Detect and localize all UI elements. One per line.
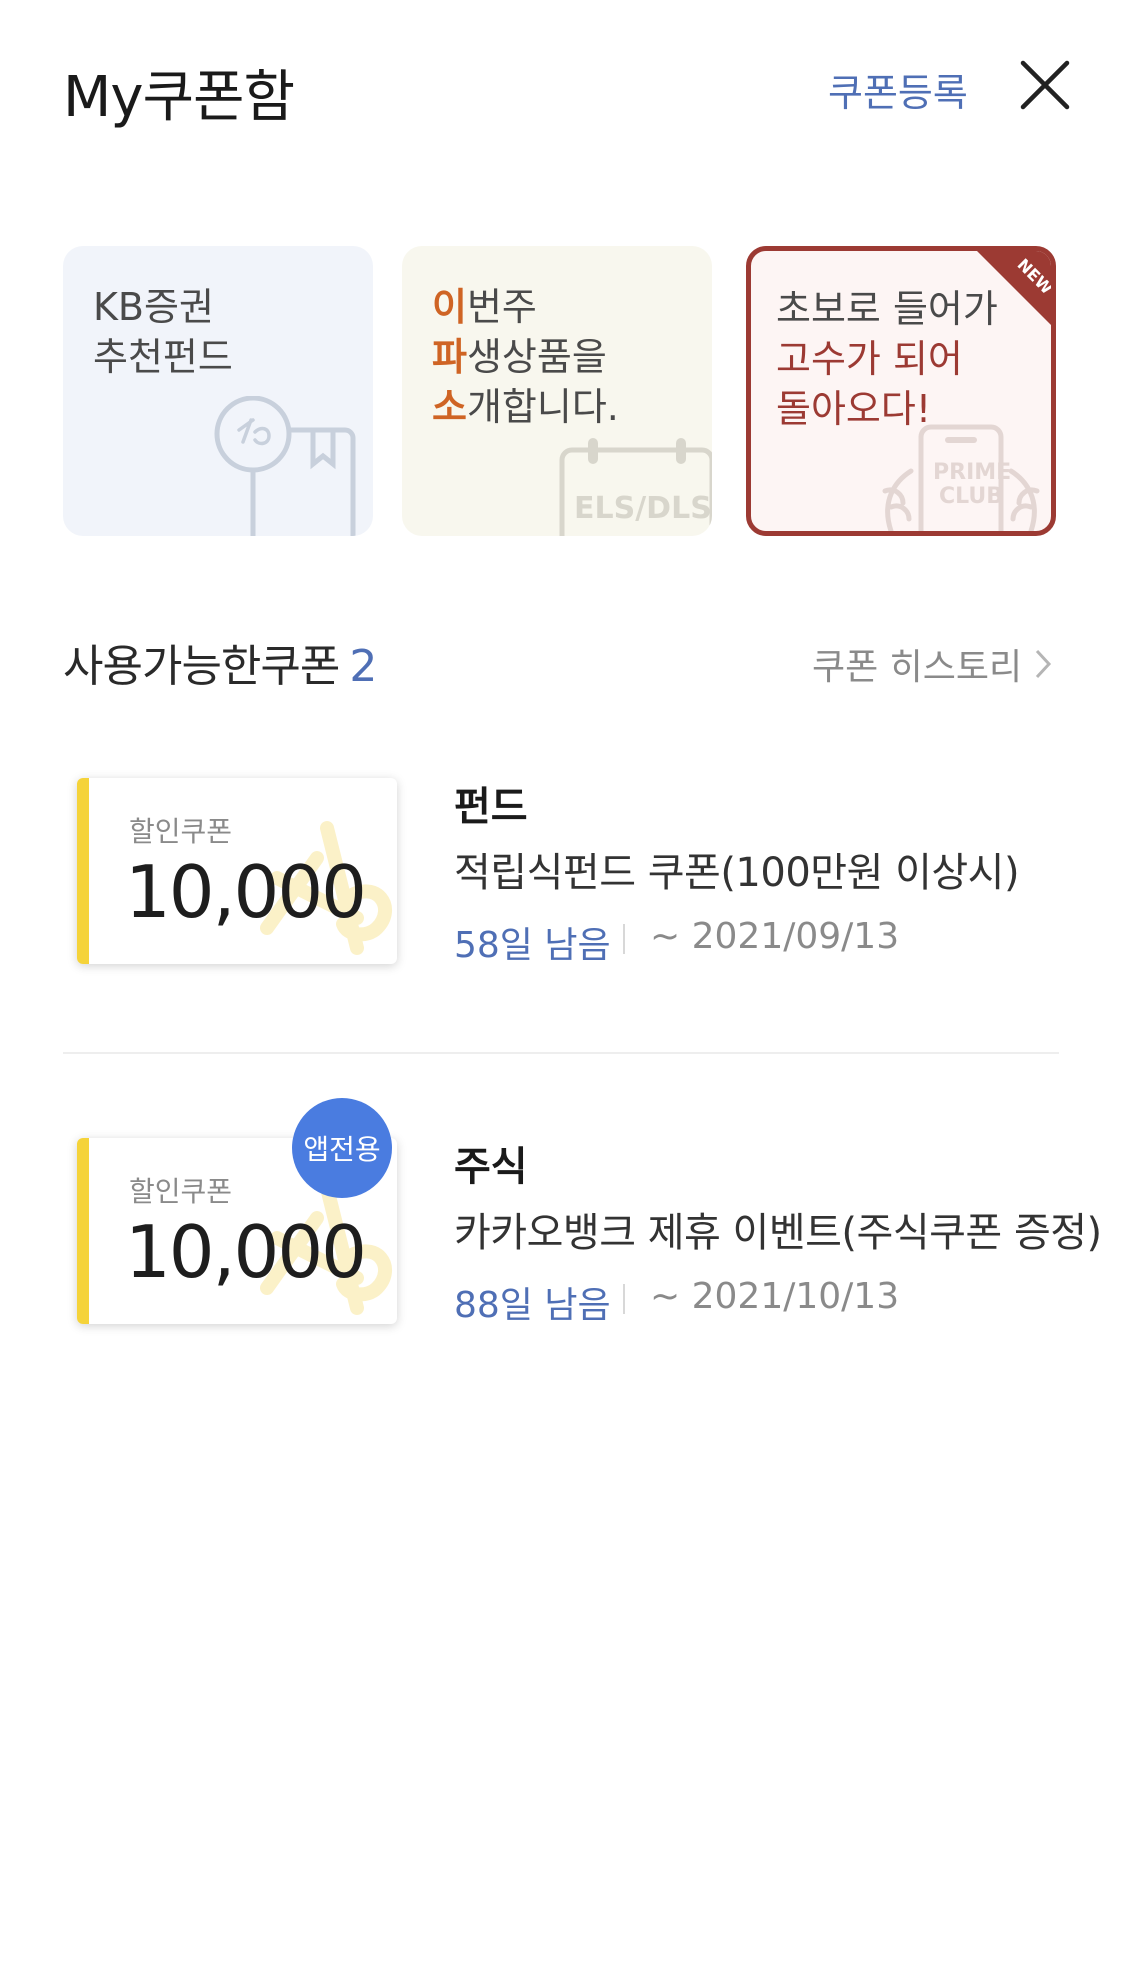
close-button[interactable] [1018, 58, 1072, 112]
banner-line: 파생상품을 [432, 332, 619, 382]
coupon-history-link[interactable]: 쿠폰 히스토리 [812, 638, 1052, 690]
ticket-accent-bar [77, 1138, 89, 1324]
banner-derivatives[interactable]: 이번주 파생상품을 소개합니다. ELS/DLS [402, 246, 712, 536]
coupon-divider [63, 1052, 1059, 1054]
banner-text: 초보로 들어가 고수가 되어 돌아오다! [776, 284, 998, 434]
prime-label: PRIME [933, 460, 1011, 485]
banner-accent: 이 [432, 285, 467, 329]
banner-prime-club[interactable]: 초보로 들어가 고수가 되어 돌아오다! NEW PRIME CLUB [746, 246, 1056, 536]
coupon-expiry: ~ 2021/09/13 [650, 916, 900, 957]
banner-line: 추천펀드 [93, 335, 233, 379]
coupon-amount: 10,000 [125, 850, 367, 934]
kb-fund-icon [214, 396, 356, 536]
banner-rest: 생상품을 [466, 335, 607, 379]
coupon-category: 펀드 [454, 784, 528, 830]
ticket-accent-bar [77, 778, 89, 964]
coupon-item[interactable]: 할인쿠폰 10,000 펀드 적립식펀드 쿠폰(100만원 이상시) 58일 남… [63, 760, 1063, 1020]
banner-rest: 번주 [466, 285, 537, 329]
coupon-expiry: ~ 2021/10/13 [650, 1276, 900, 1317]
calendar-icon: ELS/DLS [559, 438, 712, 536]
coupon-category: 주식 [454, 1144, 528, 1190]
coupon-type-label: 할인쿠폰 [129, 1175, 233, 1208]
banner-recommended-fund[interactable]: KB증권 추천펀드 [63, 246, 373, 536]
available-coupons-heading: 사용가능한쿠폰 2 [63, 630, 377, 694]
coupon-description: 카카오뱅크 제휴 이벤트(주식쿠폰 증정) [454, 1210, 1102, 1256]
coupon-days-left: 88일 남음 [454, 1285, 611, 1326]
banner-line: 초보로 들어가 [776, 287, 998, 331]
coupon-amount: 10,000 [125, 1210, 367, 1294]
coupon-separator [623, 1284, 625, 1314]
calendar-label: ELS/DLS [574, 491, 712, 526]
coupon-days-left: 58일 남음 [454, 925, 611, 966]
chevron-right-icon [1036, 649, 1052, 679]
banner-text: KB증권 추천펀드 [93, 282, 233, 382]
banner-accent: 소 [432, 385, 467, 429]
phone-icon: PRIME CLUB [882, 424, 1040, 531]
coupon-separator [623, 924, 625, 954]
banner-accent: 파 [432, 335, 467, 379]
register-coupon-link[interactable]: 쿠폰등록 [828, 62, 968, 117]
coupon-description: 적립식펀드 쿠폰(100만원 이상시) [454, 850, 1020, 896]
banner-rest: 개합니다. [466, 385, 619, 429]
coupon-type-label: 할인쿠폰 [129, 815, 233, 848]
coupon-ticket[interactable]: 할인쿠폰 10,000 [77, 778, 397, 964]
banner-line: 고수가 되어 [776, 337, 963, 381]
app-only-badge: 앱전용 [292, 1098, 392, 1198]
banner-line: 이번주 [432, 282, 619, 332]
page-title: My쿠폰함 [63, 65, 295, 130]
banner-line: 소개합니다. [432, 382, 619, 432]
coupon-count: 2 [349, 641, 377, 692]
banner-text: 이번주 파생상품을 소개합니다. [432, 282, 619, 432]
close-icon [1020, 60, 1070, 110]
club-label: CLUB [939, 484, 1003, 509]
history-label: 쿠폰 히스토리 [812, 647, 1023, 688]
coupon-item[interactable]: 앱전용 할인쿠폰 10,000 주식 카카오뱅크 제휴 이벤트(주식쿠폰 증정)… [63, 1098, 1102, 1380]
banner-line: KB증권 [93, 285, 214, 329]
section-title: 사용가능한쿠폰 [63, 641, 340, 692]
new-badge: NEW [977, 251, 1051, 325]
header: My쿠폰함 쿠폰등록 [0, 0, 1125, 180]
